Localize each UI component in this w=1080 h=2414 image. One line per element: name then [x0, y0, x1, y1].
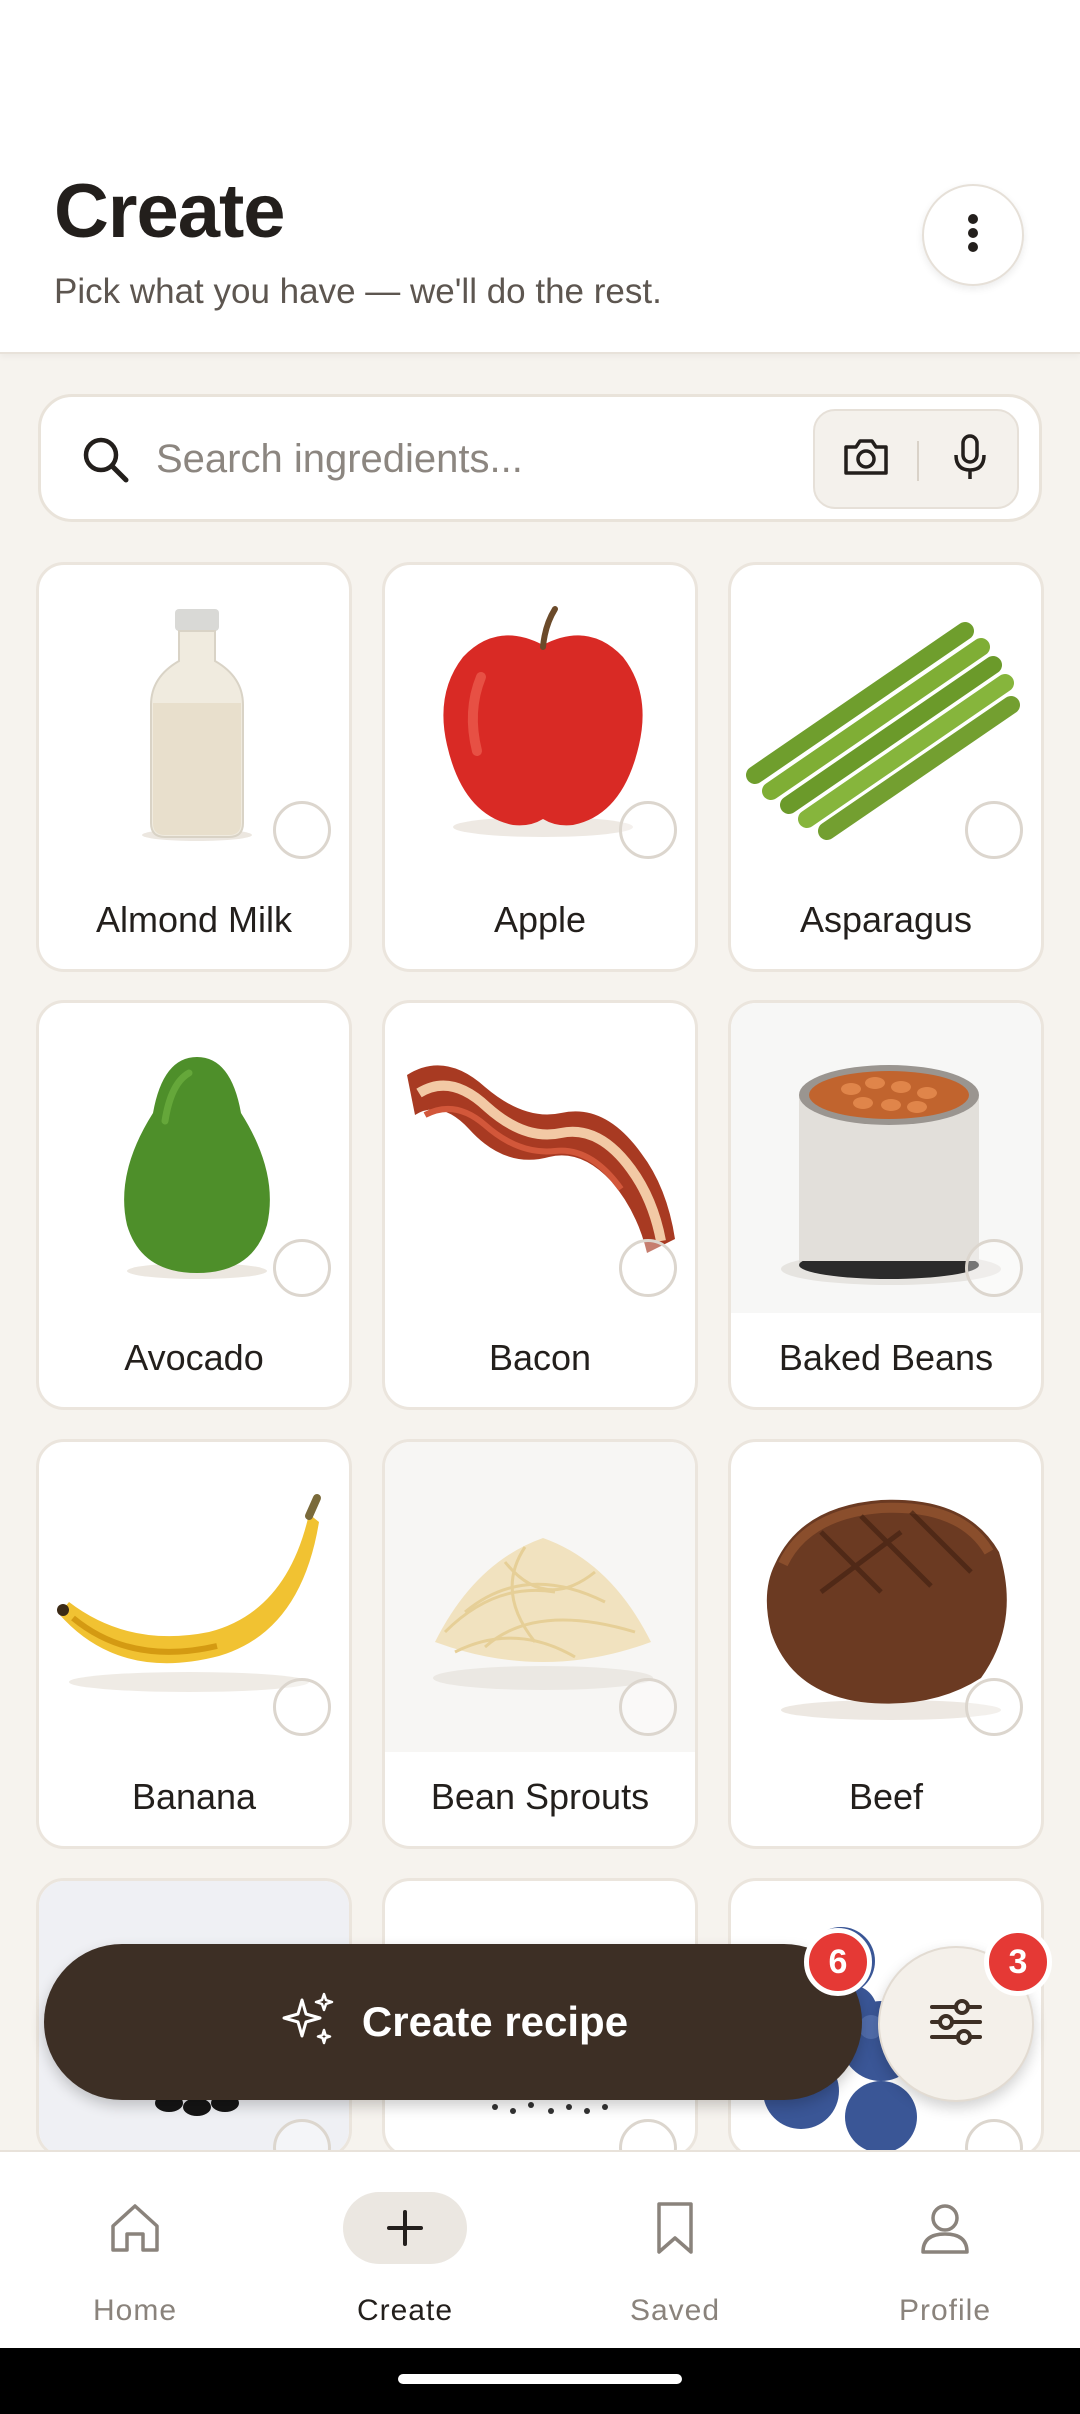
select-checkbox[interactable]: [965, 1239, 1023, 1297]
ingredient-card-apple[interactable]: Apple: [382, 562, 698, 972]
more-options-button[interactable]: [922, 184, 1024, 286]
home-gesture-handle[interactable]: [398, 2374, 682, 2384]
sliders-icon: [928, 1997, 984, 2052]
ingredient-card-almond-milk[interactable]: Almond Milk: [36, 562, 352, 972]
ingredient-label: Avocado: [124, 1337, 264, 1378]
camera-button[interactable]: [815, 411, 917, 507]
nav-item-saved[interactable]: Saved: [540, 2152, 810, 2350]
ingredient-card-bean-sprouts[interactable]: Bean Sprouts: [382, 1439, 698, 1849]
ingredient-card-bacon[interactable]: Bacon: [382, 1000, 698, 1410]
sparkles-icon: [278, 1990, 338, 2055]
ingredient-label: Apple: [493, 899, 587, 940]
page-title: Create: [54, 169, 286, 254]
select-checkbox[interactable]: [619, 801, 677, 859]
search-actions: [813, 409, 1019, 509]
camera-icon: [841, 437, 891, 482]
user-icon: [883, 2192, 1007, 2264]
app-header: Create Pick what you have — we'll do the…: [0, 0, 1080, 354]
home-icon: [73, 2192, 197, 2264]
nav-item-create[interactable]: Create: [270, 2152, 540, 2350]
ingredient-card-banana[interactable]: Banana: [36, 1439, 352, 1849]
create-recipe-label: Create recipe: [361, 1998, 629, 2045]
select-checkbox[interactable]: [965, 1678, 1023, 1736]
nav-label: Saved: [629, 2294, 721, 2327]
search-icon: [81, 435, 131, 490]
page-subtitle: Pick what you have — we'll do the rest.: [54, 272, 662, 311]
ingredient-label: Asparagus: [799, 899, 973, 940]
select-checkbox[interactable]: [619, 1678, 677, 1736]
more-vertical-icon: [967, 213, 979, 258]
system-navigation-bar: [0, 2348, 1080, 2414]
select-checkbox[interactable]: [619, 1239, 677, 1297]
nav-label: Home: [92, 2294, 178, 2327]
nav-item-home[interactable]: Home: [0, 2152, 270, 2350]
filter-count-badge: 3: [984, 1928, 1052, 1996]
search-input[interactable]: [156, 431, 816, 487]
select-checkbox[interactable]: [273, 1678, 331, 1736]
ingredient-label: Bean Sprouts: [430, 1776, 650, 1817]
microphone-icon: [952, 433, 988, 486]
plus-icon: [343, 2192, 467, 2264]
ingredient-label: Beef: [848, 1776, 924, 1817]
nav-label: Profile: [898, 2294, 992, 2327]
ingredient-card-avocado[interactable]: Avocado: [36, 1000, 352, 1410]
microphone-button[interactable]: [919, 411, 1021, 507]
select-checkbox[interactable]: [965, 801, 1023, 859]
search-bar: [38, 394, 1042, 522]
ingredient-label: Baked Beans: [778, 1337, 994, 1378]
nav-label: Create: [356, 2294, 454, 2327]
ingredient-card-asparagus[interactable]: Asparagus: [728, 562, 1044, 972]
selected-count-badge: 6: [804, 1928, 872, 1996]
ingredient-label: Almond Milk: [95, 899, 293, 940]
ingredient-card-beef[interactable]: Beef: [728, 1439, 1044, 1849]
bookmark-icon: [613, 2192, 737, 2264]
ingredient-card-baked-beans[interactable]: Baked Beans: [728, 1000, 1044, 1410]
nav-item-profile[interactable]: Profile: [810, 2152, 1080, 2350]
create-recipe-button[interactable]: Create recipe: [44, 1944, 862, 2100]
ingredient-label: Banana: [131, 1776, 257, 1817]
select-checkbox[interactable]: [273, 1239, 331, 1297]
bottom-navigation: Home Create Saved Profile: [0, 2150, 1080, 2348]
ingredient-label: Bacon: [488, 1337, 592, 1378]
select-checkbox[interactable]: [273, 801, 331, 859]
